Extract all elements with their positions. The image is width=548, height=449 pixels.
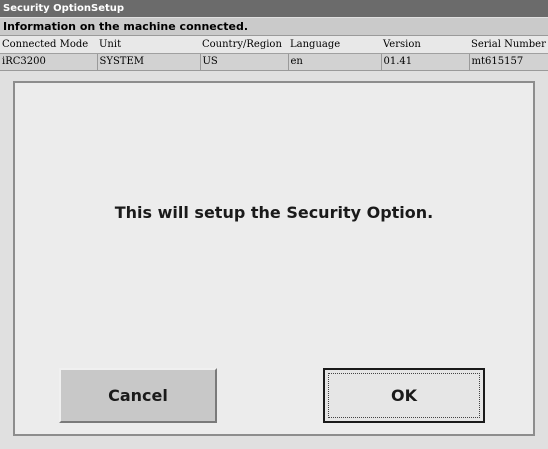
cell-serial-number: mt615157: [468, 53, 548, 71]
machine-info-table: Connected Mode Unit Country/Region Langu…: [0, 36, 548, 71]
cell-country-region: US: [199, 53, 288, 71]
machine-info-columns: Connected Mode Unit Country/Region Langu…: [0, 36, 548, 54]
cell-language: en: [287, 53, 381, 71]
machine-info-row: iRC3200 SYSTEM US en 01.41 mt615157: [0, 53, 548, 71]
column-header-language: Language: [288, 36, 381, 54]
ok-button[interactable]: OK: [323, 368, 485, 423]
machine-info-header: Information on the machine connected.: [0, 18, 548, 36]
cell-version: 01.41: [380, 53, 469, 71]
column-header-serial-number: Serial Number: [469, 36, 548, 54]
confirmation-message: This will setup the Security Option.: [114, 203, 434, 222]
cancel-button[interactable]: Cancel: [59, 368, 217, 423]
column-header-version: Version: [381, 36, 469, 54]
column-header-connected-mode: Connected Mode: [0, 36, 97, 54]
cell-unit: SYSTEM: [96, 53, 200, 71]
cell-connected-mode: iRC3200: [0, 53, 97, 71]
security-option-setup-window: Security OptionSetup Information on the …: [0, 0, 548, 449]
column-header-unit: Unit: [97, 36, 200, 54]
ok-button-label: OK: [391, 386, 417, 405]
window-title: Security OptionSetup: [0, 0, 548, 17]
column-header-country-region: Country/Region: [200, 36, 288, 54]
